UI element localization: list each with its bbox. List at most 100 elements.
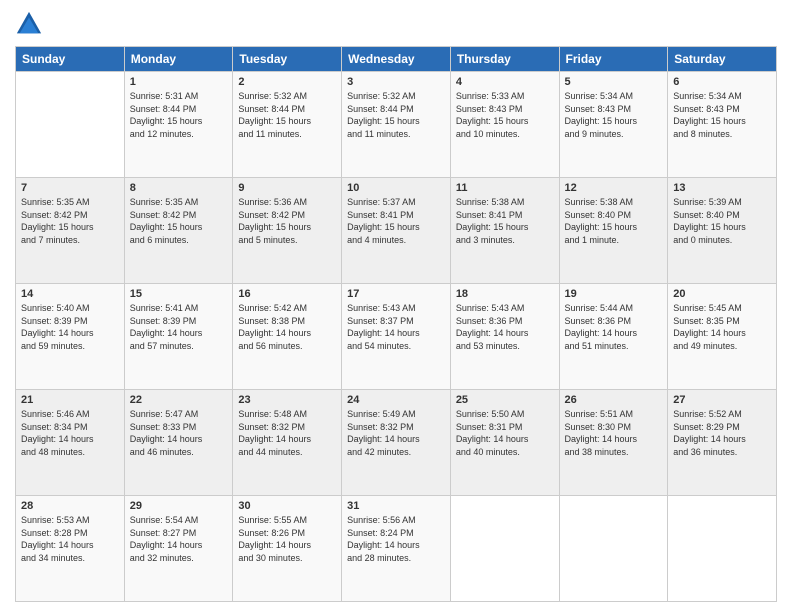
calendar-cell: 28Sunrise: 5:53 AM Sunset: 8:28 PM Dayli… — [16, 496, 125, 602]
header-cell-saturday: Saturday — [668, 47, 777, 72]
week-row-3: 21 Sunrise: 5:46 AM Sunset: 8:34 PM Dayli… — [16, 390, 777, 496]
calendar-cell: 12 Sunrise: 5:38 AM Sunset: 8:40 PM Dayli… — [559, 178, 668, 284]
week-row-0: 1 Sunrise: 5:31 AM Sunset: 8:44 PM Daylig… — [16, 72, 777, 178]
cell-content: Sunrise: 5:39 AM Sunset: 8:40 PM Dayligh… — [673, 196, 771, 246]
cell-content: Sunrise: 5:36 AM Sunset: 8:42 PM Dayligh… — [238, 196, 336, 246]
calendar-cell: 9 Sunrise: 5:36 AM Sunset: 8:42 PM Daylig… — [233, 178, 342, 284]
header-cell-tuesday: Tuesday — [233, 47, 342, 72]
cell-content: Sunrise: 5:33 AM Sunset: 8:43 PM Dayligh… — [456, 90, 554, 140]
day-number: 18 — [456, 288, 554, 300]
calendar-cell: 13 Sunrise: 5:39 AM Sunset: 8:40 PM Dayli… — [668, 178, 777, 284]
cell-content: Sunrise: 5:32 AM Sunset: 8:44 PM Dayligh… — [347, 90, 445, 140]
calendar-cell — [559, 496, 668, 602]
calendar-cell: 16 Sunrise: 5:42 AM Sunset: 8:38 PM Dayli… — [233, 284, 342, 390]
week-row-2: 14Sunrise: 5:40 AM Sunset: 8:39 PM Dayli… — [16, 284, 777, 390]
cell-content: Sunrise: 5:48 AM Sunset: 8:32 PM Dayligh… — [238, 408, 336, 458]
day-number: 29 — [130, 500, 228, 512]
calendar-cell: 21 Sunrise: 5:46 AM Sunset: 8:34 PM Dayli… — [16, 390, 125, 496]
cell-content: Sunrise: 5:38 AM Sunset: 8:41 PM Dayligh… — [456, 196, 554, 246]
calendar-cell: 29 Sunrise: 5:54 AM Sunset: 8:27 PM Dayli… — [124, 496, 233, 602]
day-number: 17 — [347, 288, 445, 300]
cell-content: Sunrise: 5:42 AM Sunset: 8:38 PM Dayligh… — [238, 302, 336, 352]
calendar-cell: 25 Sunrise: 5:50 AM Sunset: 8:31 PM Dayli… — [450, 390, 559, 496]
calendar-cell: 7 Sunrise: 5:35 AM Sunset: 8:42 PM Daylig… — [16, 178, 125, 284]
calendar-cell — [450, 496, 559, 602]
day-number: 3 — [347, 76, 445, 88]
day-number: 5 — [565, 76, 663, 88]
calendar-cell: 2 Sunrise: 5:32 AM Sunset: 8:44 PM Daylig… — [233, 72, 342, 178]
calendar-header: SundayMondayTuesdayWednesdayThursdayFrid… — [16, 47, 777, 72]
day-number: 2 — [238, 76, 336, 88]
calendar-cell: 15Sunrise: 5:41 AM Sunset: 8:39 PM Dayli… — [124, 284, 233, 390]
cell-content: Sunrise: 5:47 AM Sunset: 8:33 PM Dayligh… — [130, 408, 228, 458]
header-cell-monday: Monday — [124, 47, 233, 72]
day-number: 30 — [238, 500, 336, 512]
calendar-cell: 4 Sunrise: 5:33 AM Sunset: 8:43 PM Daylig… — [450, 72, 559, 178]
calendar-cell: 30 Sunrise: 5:55 AM Sunset: 8:26 PM Dayli… — [233, 496, 342, 602]
calendar-cell: 17 Sunrise: 5:43 AM Sunset: 8:37 PM Dayli… — [342, 284, 451, 390]
header-cell-wednesday: Wednesday — [342, 47, 451, 72]
calendar-table: SundayMondayTuesdayWednesdayThursdayFrid… — [15, 46, 777, 602]
calendar-cell: 31Sunrise: 5:56 AM Sunset: 8:24 PM Dayli… — [342, 496, 451, 602]
cell-content: Sunrise: 5:41 AM Sunset: 8:39 PM Dayligh… — [130, 302, 228, 352]
calendar-cell: 18 Sunrise: 5:43 AM Sunset: 8:36 PM Dayli… — [450, 284, 559, 390]
cell-content: Sunrise: 5:38 AM Sunset: 8:40 PM Dayligh… — [565, 196, 663, 246]
day-number: 6 — [673, 76, 771, 88]
cell-content: Sunrise: 5:55 AM Sunset: 8:26 PM Dayligh… — [238, 514, 336, 564]
header — [15, 10, 777, 38]
day-number: 22 — [130, 394, 228, 406]
day-number: 12 — [565, 182, 663, 194]
cell-content: Sunrise: 5:31 AM Sunset: 8:44 PM Dayligh… — [130, 90, 228, 140]
day-number: 27 — [673, 394, 771, 406]
page: SundayMondayTuesdayWednesdayThursdayFrid… — [0, 0, 792, 612]
calendar-cell — [16, 72, 125, 178]
cell-content: Sunrise: 5:50 AM Sunset: 8:31 PM Dayligh… — [456, 408, 554, 458]
day-number: 16 — [238, 288, 336, 300]
calendar-cell: 11 Sunrise: 5:38 AM Sunset: 8:41 PM Dayli… — [450, 178, 559, 284]
day-number: 23 — [238, 394, 336, 406]
day-number: 26 — [565, 394, 663, 406]
calendar-body: 1 Sunrise: 5:31 AM Sunset: 8:44 PM Daylig… — [16, 72, 777, 602]
cell-content: Sunrise: 5:43 AM Sunset: 8:37 PM Dayligh… — [347, 302, 445, 352]
day-number: 9 — [238, 182, 336, 194]
header-cell-sunday: Sunday — [16, 47, 125, 72]
day-number: 21 — [21, 394, 119, 406]
calendar-cell: 8 Sunrise: 5:35 AM Sunset: 8:42 PM Daylig… — [124, 178, 233, 284]
day-number: 31 — [347, 500, 445, 512]
day-number: 8 — [130, 182, 228, 194]
cell-content: Sunrise: 5:43 AM Sunset: 8:36 PM Dayligh… — [456, 302, 554, 352]
cell-content: Sunrise: 5:44 AM Sunset: 8:36 PM Dayligh… — [565, 302, 663, 352]
logo-icon — [15, 10, 43, 38]
cell-content: Sunrise: 5:52 AM Sunset: 8:29 PM Dayligh… — [673, 408, 771, 458]
calendar-cell: 6Sunrise: 5:34 AM Sunset: 8:43 PM Daylig… — [668, 72, 777, 178]
week-row-4: 28Sunrise: 5:53 AM Sunset: 8:28 PM Dayli… — [16, 496, 777, 602]
calendar-cell: 10Sunrise: 5:37 AM Sunset: 8:41 PM Dayli… — [342, 178, 451, 284]
calendar-cell: 19Sunrise: 5:44 AM Sunset: 8:36 PM Dayli… — [559, 284, 668, 390]
cell-content: Sunrise: 5:51 AM Sunset: 8:30 PM Dayligh… — [565, 408, 663, 458]
header-cell-thursday: Thursday — [450, 47, 559, 72]
calendar-cell: 24 Sunrise: 5:49 AM Sunset: 8:32 PM Dayli… — [342, 390, 451, 496]
calendar-cell: 26 Sunrise: 5:51 AM Sunset: 8:30 PM Dayli… — [559, 390, 668, 496]
day-number: 1 — [130, 76, 228, 88]
cell-content: Sunrise: 5:54 AM Sunset: 8:27 PM Dayligh… — [130, 514, 228, 564]
cell-content: Sunrise: 5:35 AM Sunset: 8:42 PM Dayligh… — [130, 196, 228, 246]
day-number: 28 — [21, 500, 119, 512]
cell-content: Sunrise: 5:49 AM Sunset: 8:32 PM Dayligh… — [347, 408, 445, 458]
day-number: 14 — [21, 288, 119, 300]
day-number: 24 — [347, 394, 445, 406]
calendar-cell: 14Sunrise: 5:40 AM Sunset: 8:39 PM Dayli… — [16, 284, 125, 390]
calendar-cell: 27 Sunrise: 5:52 AM Sunset: 8:29 PM Dayli… — [668, 390, 777, 496]
day-number: 7 — [21, 182, 119, 194]
cell-content: Sunrise: 5:46 AM Sunset: 8:34 PM Dayligh… — [21, 408, 119, 458]
calendar-cell — [668, 496, 777, 602]
cell-content: Sunrise: 5:32 AM Sunset: 8:44 PM Dayligh… — [238, 90, 336, 140]
week-row-1: 7 Sunrise: 5:35 AM Sunset: 8:42 PM Daylig… — [16, 178, 777, 284]
day-number: 4 — [456, 76, 554, 88]
day-number: 25 — [456, 394, 554, 406]
day-number: 13 — [673, 182, 771, 194]
cell-content: Sunrise: 5:35 AM Sunset: 8:42 PM Dayligh… — [21, 196, 119, 246]
calendar-cell: 23 Sunrise: 5:48 AM Sunset: 8:32 PM Dayli… — [233, 390, 342, 496]
calendar-cell: 22 Sunrise: 5:47 AM Sunset: 8:33 PM Dayli… — [124, 390, 233, 496]
day-number: 11 — [456, 182, 554, 194]
calendar-cell: 5Sunrise: 5:34 AM Sunset: 8:43 PM Daylig… — [559, 72, 668, 178]
